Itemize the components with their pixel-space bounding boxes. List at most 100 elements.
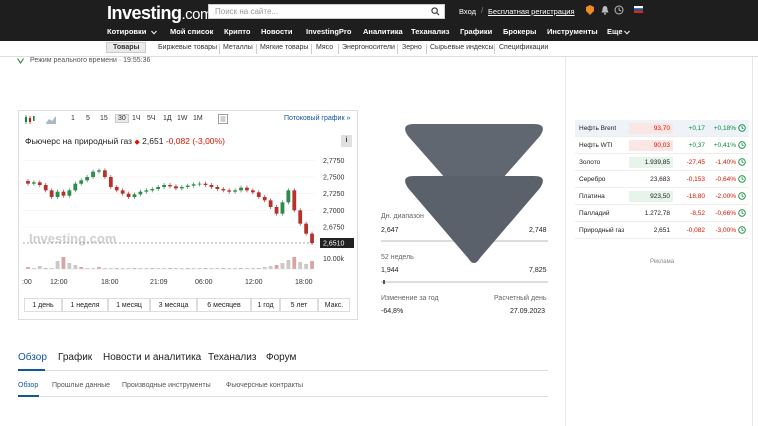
clock-icon[interactable] <box>614 5 624 15</box>
interval-1[interactable]: 1 <box>71 115 75 122</box>
volume-bar <box>298 262 303 269</box>
period-5-years[interactable]: 5 лет <box>280 298 318 312</box>
row-name[interactable]: Золото <box>579 159 600 166</box>
nav-news[interactable]: Новости <box>261 27 292 36</box>
login-link[interactable]: Вход <box>459 7 476 16</box>
candle-body <box>67 190 72 196</box>
period-1-day[interactable]: 1 день <box>24 298 62 312</box>
subtab-overview[interactable]: Обзор <box>18 382 38 389</box>
candlestick-type-icon[interactable] <box>24 115 35 124</box>
volume-bar <box>268 266 273 269</box>
subtab-derivatives[interactable]: Производные инструменты <box>122 382 211 389</box>
period-1-month[interactable]: 1 месяц <box>108 298 150 312</box>
subnav-metals[interactable]: Металлы <box>223 44 253 51</box>
period-max[interactable]: Макс. <box>318 298 350 312</box>
table-row[interactable]: Нефть WTI 90,03 +0,37 +0,41% <box>575 137 749 154</box>
interval-5[interactable]: 5 <box>86 115 90 122</box>
candle-body <box>286 190 291 203</box>
clock-icon <box>738 124 746 132</box>
register-link[interactable]: Бесплатная регистрация <box>488 7 575 16</box>
nav-quotes[interactable]: Котировки <box>107 27 146 36</box>
nav-analytics[interactable]: Аналитика <box>363 27 403 36</box>
subnav-exchange-goods[interactable]: Биржевые товары <box>158 44 217 51</box>
price-chart[interactable]: Investing.com 2,7750 2,7500 2,7250 2,7000 2,6… <box>19 151 357 291</box>
candle-body <box>150 189 155 191</box>
nav-more[interactable]: Еще <box>607 27 623 36</box>
row-name[interactable]: Нефть WTI <box>579 142 613 149</box>
period-1-year[interactable]: 1 год <box>251 298 280 312</box>
chevron-down-icon[interactable] <box>151 30 157 35</box>
area-chart-icon[interactable] <box>46 115 57 124</box>
interval-1h[interactable]: 1Ч <box>132 115 141 122</box>
search-input[interactable]: Поиск на сайте... <box>208 4 445 19</box>
interval-30[interactable]: 30 <box>115 114 129 123</box>
table-row[interactable]: Платина 923,50 -18,80 -2,00% <box>575 188 749 205</box>
tab-news-analysis[interactable]: Новости и аналитика <box>103 352 201 363</box>
table-row[interactable]: Природный газ 2,651 -0,082 -3,00% <box>575 222 749 239</box>
chart-settings-icon[interactable] <box>218 114 228 124</box>
row-change-pct: +0,41% <box>713 142 736 149</box>
row-name[interactable]: Серебро <box>579 176 605 183</box>
instrument-change: -0,082 <box>165 136 190 146</box>
subtab-futures[interactable]: Фьючерсные контракты <box>226 382 303 389</box>
chevron-down-icon[interactable] <box>624 30 630 35</box>
nav-brokers[interactable]: Брокеры <box>503 27 536 36</box>
subnav-divider <box>494 44 495 54</box>
row-name[interactable]: Природный газ <box>579 227 624 234</box>
tab-tech-analysis[interactable]: Теханализ <box>208 352 256 363</box>
row-name[interactable]: Платина <box>579 193 605 200</box>
row-name[interactable]: Нефть Brent <box>579 125 616 132</box>
table-row[interactable]: Нефть Brent 93,70 +0,17 +0,18% <box>575 120 749 137</box>
x-tick-label: 12:00 <box>50 279 68 286</box>
sub-tabs-divider <box>18 396 548 397</box>
volume-tick-label: 10.00k <box>323 256 345 263</box>
subnav-indices[interactable]: Сырьевые индексы <box>430 44 494 51</box>
tab-overview[interactable]: Обзор <box>18 352 47 363</box>
subnav-softs[interactable]: Мягкие товары <box>260 44 308 51</box>
table-row[interactable]: Палладий 1.272,78 -8,52 -0,66% <box>575 205 749 222</box>
period-6-months[interactable]: 6 месяцев <box>197 298 251 312</box>
interval-1m[interactable]: 1M <box>193 115 203 122</box>
nav-tools[interactable]: Инструменты <box>547 27 598 36</box>
tab-forum[interactable]: Форум <box>266 352 296 363</box>
language-flag-icon[interactable] <box>634 6 643 13</box>
subnav-commodities[interactable]: Товары <box>106 42 147 53</box>
search-icon[interactable] <box>431 7 440 16</box>
clock-icon <box>738 226 746 234</box>
chart-panel: 1 5 15 30 1Ч 5Ч 1Д 1W 1M Потоковый графи… <box>18 110 358 320</box>
subnav-energy[interactable]: Энергоносители <box>342 44 395 51</box>
pro-badge-icon[interactable] <box>585 5 595 15</box>
subnav-meat[interactable]: Мясо <box>316 44 333 51</box>
candle-body <box>126 193 131 197</box>
tab-chart[interactable]: График <box>58 352 92 363</box>
candle-body <box>298 210 303 224</box>
site-logo[interactable]: Investing.com <box>107 3 213 24</box>
row-name[interactable]: Палладий <box>579 210 610 217</box>
table-row[interactable]: Золото 1.939,85 -27,45 -1,40% <box>575 154 749 171</box>
interval-1w[interactable]: 1W <box>177 115 188 122</box>
scroll-down-arrow-icon[interactable] <box>400 118 548 270</box>
period-3-months[interactable]: 3 месяца <box>150 298 197 312</box>
period-1-week[interactable]: 1 неделя <box>62 298 108 312</box>
nav-investingpro[interactable]: InvestingPro <box>306 27 351 36</box>
interval-15[interactable]: 15 <box>100 115 108 122</box>
subnav-specs[interactable]: Спецификации <box>499 44 548 51</box>
row-change-pct: -0,66% <box>715 210 736 217</box>
candle-body <box>310 233 314 243</box>
x-tick-label: 06:00 <box>195 279 213 286</box>
subtab-historical[interactable]: Прошлые данные <box>52 382 110 389</box>
nav-charts[interactable]: Графики <box>460 27 492 36</box>
nav-tech-analysis[interactable]: Теханализ <box>411 27 449 36</box>
interval-5h[interactable]: 5Ч <box>147 115 156 122</box>
instrument-price: 2,651 <box>142 136 164 146</box>
table-row[interactable]: Серебро 23,683 -0,153 -0,64% <box>575 171 749 188</box>
subnav-grains[interactable]: Зерно <box>402 44 422 51</box>
interval-1d[interactable]: 1Д <box>163 115 172 122</box>
info-button[interactable]: i <box>341 135 352 147</box>
row-change: -8,52 <box>690 210 705 217</box>
streaming-chart-link[interactable]: Потоковый график » <box>284 115 350 122</box>
candle-body <box>250 190 255 193</box>
nav-crypto[interactable]: Крипто <box>224 27 250 36</box>
bell-icon[interactable] <box>600 5 610 15</box>
nav-watchlist[interactable]: Мой список <box>170 27 213 36</box>
